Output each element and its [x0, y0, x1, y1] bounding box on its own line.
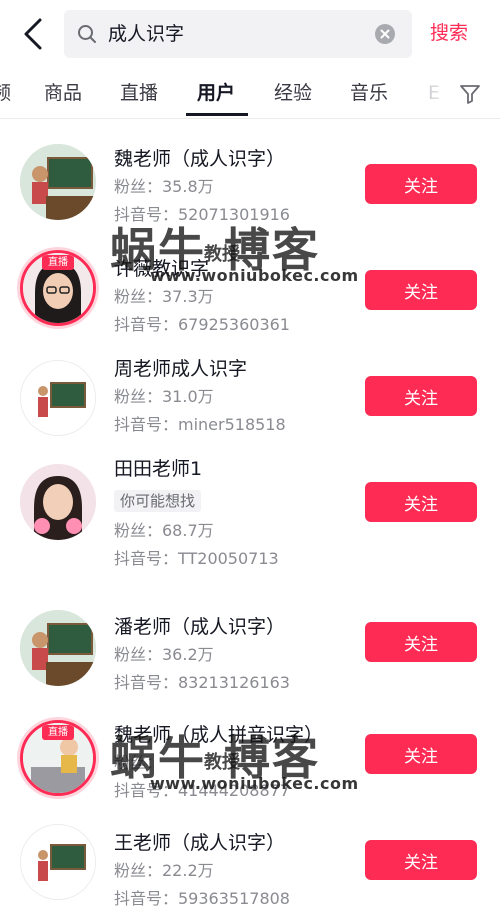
live-badge: 直播 — [42, 725, 74, 740]
follow-button[interactable]: 关注 — [365, 376, 477, 416]
follow-button[interactable]: 关注 — [365, 270, 477, 310]
user-id: 抖音号：52071301916 — [114, 205, 290, 224]
user-name: 潘老师（成人识字） — [114, 616, 286, 638]
avatar[interactable] — [20, 610, 96, 686]
tab-users[interactable]: 用户 — [197, 80, 235, 106]
search-header: 成人识字 搜索 — [0, 0, 500, 68]
teacher-chalkboard-avatar-icon — [21, 361, 95, 435]
list-item[interactable]: 直播 魏老师（成人拼音识字） 粉丝： 抖音号：41444208877 关注 — [0, 700, 500, 808]
chevron-left-icon — [24, 18, 42, 50]
list-item[interactable]: 周老师成人识字 粉丝：31.0万 抖音号：miner518518 关注 — [0, 338, 500, 442]
list-item[interactable]: 直播 许薇教识字 粉丝：37.3万 抖音号：67925360361 关注 — [0, 228, 500, 338]
follow-button[interactable]: 关注 — [365, 482, 477, 522]
user-name: 魏老师（成人拼音识字） — [114, 724, 324, 746]
avatar[interactable] — [20, 360, 96, 436]
user-id: 抖音号：TT20050713 — [114, 549, 279, 568]
user-name: 周老师成人识字 — [114, 358, 248, 380]
user-fans: 粉丝：68.7万 — [114, 521, 214, 540]
list-item[interactable]: 田田老师1 你可能想找 粉丝：68.7万 抖音号：TT20050713 关注 — [0, 442, 500, 590]
teacher-chalkboard-avatar-icon — [20, 610, 96, 686]
live-badge: 直播 — [42, 255, 74, 270]
user-fans: 粉丝：37.3万 — [114, 287, 214, 306]
suggestion-chip: 你可能想找 — [114, 490, 202, 512]
user-fans: 粉丝：22.2万 — [114, 861, 214, 880]
avatar[interactable] — [20, 144, 96, 220]
tab-video[interactable]: 频 — [0, 80, 11, 106]
user-id: 抖音号：41444208877 — [114, 781, 290, 800]
tabs-fade — [424, 68, 458, 116]
follow-button[interactable]: 关注 — [365, 840, 477, 880]
tab-experience[interactable]: 经验 — [274, 80, 312, 106]
user-name: 田田老师1 — [114, 458, 203, 480]
search-query: 成人识字 — [108, 23, 185, 45]
user-fans: 粉丝：36.2万 — [114, 645, 214, 664]
avatar[interactable]: 直播 — [20, 720, 96, 796]
follow-button[interactable]: 关注 — [365, 164, 477, 204]
user-id: 抖音号：67925360361 — [114, 315, 290, 334]
search-button[interactable]: 搜索 — [430, 18, 468, 48]
woman-portrait-avatar-icon — [20, 464, 96, 540]
user-id: 抖音号：83213126163 — [114, 673, 290, 692]
user-id: 抖音号：59363517808 — [114, 889, 290, 908]
teacher-chalkboard-avatar-icon — [21, 825, 95, 899]
user-fans: 粉丝：35.8万 — [114, 177, 214, 196]
list-item[interactable]: 王老师（成人识字） 粉丝：22.2万 抖音号：59363517808 关注 — [0, 808, 500, 908]
list-item[interactable]: 潘老师（成人识字） 粉丝：36.2万 抖音号：83213126163 关注 — [0, 590, 500, 700]
teacher-chalkboard-avatar-icon — [20, 144, 96, 220]
user-fans: 粉丝： — [114, 753, 163, 772]
clear-icon[interactable] — [374, 23, 396, 45]
tab-music[interactable]: 音乐 — [350, 80, 388, 106]
user-id: 抖音号：miner518518 — [114, 415, 286, 434]
user-name: 王老师（成人识字） — [114, 832, 286, 854]
follow-button[interactable]: 关注 — [365, 622, 477, 662]
search-icon — [78, 25, 96, 43]
search-category-tabs: 频 商品 直播 用户 经验 音乐 Ε — [0, 68, 500, 119]
user-fans: 粉丝：31.0万 — [114, 387, 214, 406]
list-item[interactable]: 魏老师（成人识字） 粉丝：35.8万 抖音号：52071301916 关注 — [0, 118, 500, 228]
avatar[interactable] — [20, 824, 96, 900]
avatar[interactable]: 直播 — [20, 250, 96, 326]
follow-button[interactable]: 关注 — [365, 734, 477, 774]
back-button[interactable] — [18, 14, 50, 54]
search-input[interactable]: 成人识字 — [64, 10, 412, 58]
tab-products[interactable]: 商品 — [44, 80, 82, 106]
tab-live[interactable]: 直播 — [120, 80, 158, 106]
filter-icon[interactable] — [458, 82, 482, 106]
active-tab-indicator — [186, 113, 248, 116]
avatar[interactable] — [20, 464, 96, 540]
user-name: 魏老师（成人识字） — [114, 148, 286, 170]
user-name: 许薇教识字 — [114, 258, 210, 280]
